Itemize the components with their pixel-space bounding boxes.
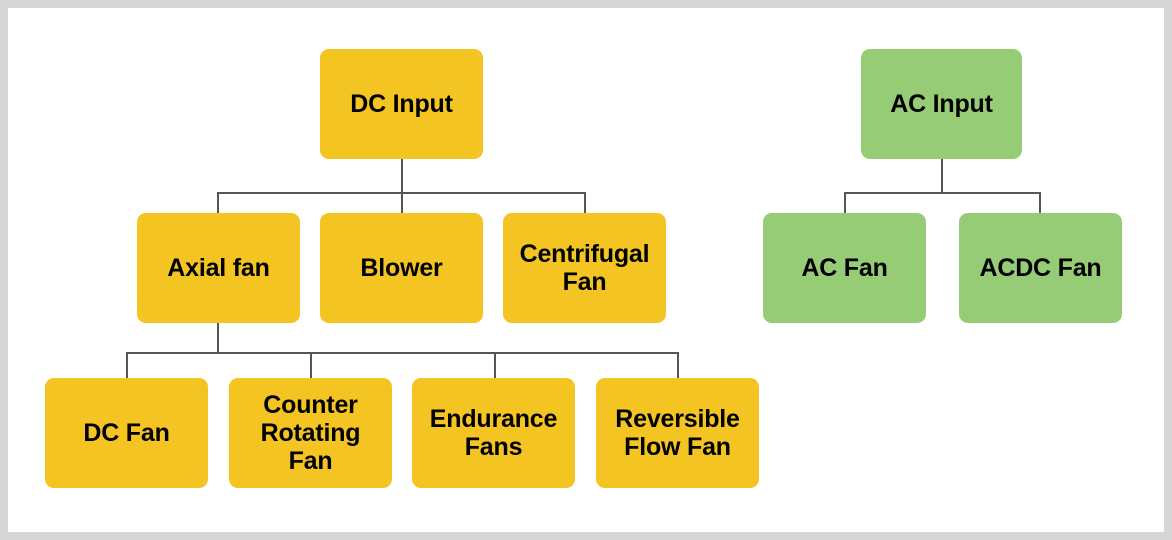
connector-drop-centrifugal-fan: [584, 192, 586, 214]
node-axial-fan-label: Axial fan: [167, 254, 270, 282]
node-reversible-flow-fan-label: Reversible Flow Fan: [615, 405, 740, 461]
node-endurance-fans[interactable]: Endurance Fans: [412, 378, 575, 488]
node-centrifugal-fan[interactable]: Centrifugal Fan: [503, 213, 666, 323]
node-dc-fan[interactable]: DC Fan: [45, 378, 208, 488]
node-ac-fan[interactable]: AC Fan: [763, 213, 926, 323]
node-dc-input[interactable]: DC Input: [320, 49, 483, 159]
diagram-frame: DC Input Axial fan Blower Centrifugal Fa…: [0, 0, 1172, 540]
node-blower[interactable]: Blower: [320, 213, 483, 323]
connector-dc-input-stem: [401, 159, 403, 193]
connector-ac-level2-bus: [844, 192, 1041, 194]
connector-drop-blower: [401, 192, 403, 214]
org-chart-canvas: DC Input Axial fan Blower Centrifugal Fa…: [8, 8, 1164, 532]
node-counter-rotating-fan[interactable]: Counter Rotating Fan: [229, 378, 392, 488]
connector-dc-level3-bus: [126, 352, 679, 354]
node-reversible-flow-fan[interactable]: Reversible Flow Fan: [596, 378, 759, 488]
connector-drop-axial-fan: [217, 192, 219, 214]
node-counter-rotating-fan-label: Counter Rotating Fan: [260, 391, 361, 475]
connector-ac-input-stem: [941, 159, 943, 193]
node-blower-label: Blower: [360, 254, 443, 282]
node-ac-fan-label: AC Fan: [801, 254, 888, 282]
connector-drop-counter-rotating-fan: [310, 352, 312, 379]
node-ac-input-label: AC Input: [890, 90, 993, 118]
node-dc-fan-label: DC Fan: [83, 419, 170, 447]
node-axial-fan[interactable]: Axial fan: [137, 213, 300, 323]
connector-drop-ac-fan: [844, 192, 846, 214]
connector-drop-acdc-fan: [1039, 192, 1041, 214]
node-ac-input[interactable]: AC Input: [861, 49, 1022, 159]
connector-drop-reversible-flow-fan: [677, 352, 679, 379]
node-acdc-fan-label: ACDC Fan: [979, 254, 1102, 282]
node-dc-input-label: DC Input: [350, 90, 453, 118]
node-acdc-fan[interactable]: ACDC Fan: [959, 213, 1122, 323]
connector-drop-endurance-fans: [494, 352, 496, 379]
node-centrifugal-fan-label: Centrifugal Fan: [519, 240, 650, 296]
connector-drop-dc-fan: [126, 352, 128, 379]
connector-axial-fan-stem: [217, 323, 219, 353]
node-endurance-fans-label: Endurance Fans: [429, 405, 558, 461]
